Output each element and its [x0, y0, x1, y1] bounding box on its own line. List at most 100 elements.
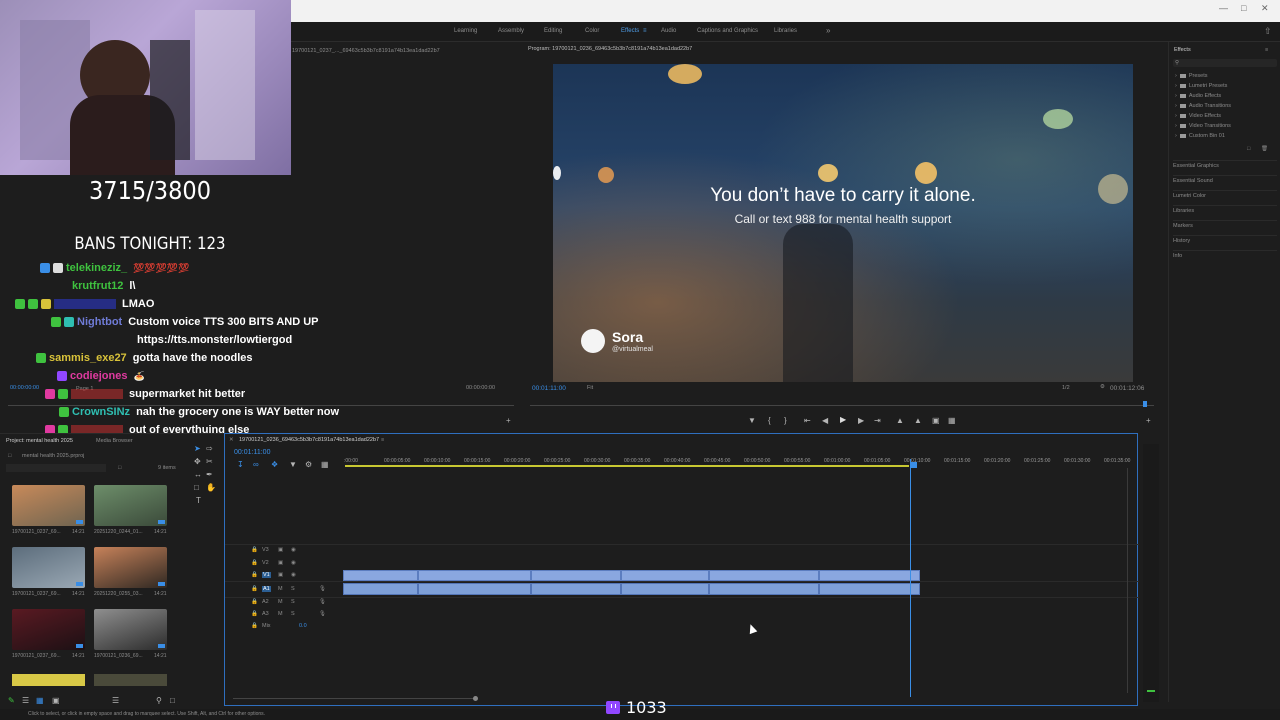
type-tool-icon[interactable]: T	[196, 496, 201, 505]
track-label[interactable]: V2	[262, 560, 269, 566]
video-clip[interactable]	[709, 570, 819, 581]
video-clip[interactable]	[531, 570, 621, 581]
microphone-icon[interactable]: 🎙	[319, 611, 326, 617]
step-forward-icon[interactable]: ▶	[858, 416, 864, 425]
lock-icon[interactable]: 🔒	[251, 547, 258, 553]
video-clip[interactable]	[343, 570, 418, 581]
mute-icon[interactable]: M	[278, 586, 283, 592]
pencil-icon[interactable]: ✎	[8, 696, 15, 705]
panel-tab[interactable]: Lumetri Color	[1173, 190, 1277, 199]
chevron-right-icon[interactable]: ›	[1175, 133, 1177, 139]
eye-icon[interactable]: ◉	[291, 572, 296, 578]
mark-out-icon[interactable]: }	[784, 416, 787, 425]
workspace-editing[interactable]: Editing	[544, 28, 562, 34]
effects-search-input[interactable]: ⚲	[1173, 59, 1277, 67]
icon-view-icon[interactable]: ▦	[36, 696, 44, 705]
track-header[interactable]: 🔒 A3 M S 🎙	[225, 609, 340, 620]
workspace-audio[interactable]: Audio	[661, 28, 676, 34]
effects-folder[interactable]: › Custom Bin 01	[1175, 133, 1225, 139]
track-header[interactable]: 🔒 A1 M S 🎙	[225, 584, 340, 595]
solo-icon[interactable]: S	[291, 599, 295, 605]
captions-icon[interactable]: ▦	[321, 460, 329, 469]
sequence-tab[interactable]: 19700121_0236_69463c5b3b7c8191a74b13ea1d…	[239, 437, 379, 443]
resolution-dropdown[interactable]: 1/2	[1062, 385, 1070, 391]
freeform-view-icon[interactable]: ▣	[52, 696, 60, 705]
lock-icon[interactable]: 🔒	[251, 623, 258, 629]
wrench-icon[interactable]: ⚙	[1100, 384, 1105, 390]
audio-clip[interactable]	[531, 583, 621, 595]
go-to-in-icon[interactable]: ⇤	[804, 416, 811, 425]
mix-value[interactable]: 0.0	[299, 623, 307, 629]
lock-icon[interactable]: 🔒	[251, 586, 258, 592]
video-clip[interactable]	[418, 570, 531, 581]
audio-clip[interactable]	[819, 583, 920, 595]
audio-clip[interactable]	[343, 583, 418, 595]
chevron-right-icon[interactable]: ›	[1175, 93, 1177, 99]
eye-icon[interactable]: ◉	[291, 560, 296, 566]
chevron-right-icon[interactable]: ›	[1175, 103, 1177, 109]
mark-in-icon[interactable]: {	[768, 416, 771, 425]
sync-lock-icon[interactable]: ▣	[278, 572, 283, 578]
media-thumbnail[interactable]	[94, 485, 167, 526]
track-label[interactable]: V1	[262, 572, 271, 578]
media-thumbnail[interactable]	[12, 609, 85, 650]
panel-tab[interactable]: Info	[1173, 250, 1277, 259]
panel-tab[interactable]: Libraries	[1173, 205, 1277, 214]
sort-icon[interactable]: ☰	[112, 696, 119, 705]
new-item-icon[interactable]: □	[170, 696, 175, 705]
add-button-icon-program[interactable]: +	[1146, 416, 1151, 425]
work-area-bar[interactable]	[345, 465, 909, 467]
media-thumbnail[interactable]	[94, 609, 167, 650]
track-label[interactable]: A2	[262, 599, 269, 605]
microphone-icon[interactable]: 🎙	[319, 586, 326, 592]
media-thumbnail[interactable]	[12, 547, 85, 588]
list-view-icon[interactable]: ☰	[22, 696, 29, 705]
share-icon[interactable]: ⇧	[1264, 26, 1272, 37]
panel-tab[interactable]: History	[1173, 235, 1277, 244]
add-marker-icon[interactable]: ▼	[748, 416, 756, 425]
chevron-right-icon[interactable]: ›	[1175, 73, 1177, 79]
effects-folder[interactable]: › Audio Effects	[1175, 93, 1221, 99]
tab-media-browser[interactable]: Media Browser	[96, 438, 133, 444]
slip-tool-icon[interactable]: ↔	[194, 470, 202, 479]
track-label[interactable]: A1	[262, 586, 271, 592]
video-clip[interactable]	[819, 570, 920, 581]
project-search-input[interactable]	[6, 464, 106, 472]
lift-icon[interactable]: ▲	[896, 416, 904, 425]
rectangle-tool-icon[interactable]: □	[194, 483, 199, 492]
track-header[interactable]: 🔒 V1 ▣ ◉	[225, 570, 340, 581]
effects-folder[interactable]: › Video Transitions	[1175, 123, 1231, 129]
wrench-icon-timeline[interactable]: ⚙	[305, 460, 312, 469]
panel-tab[interactable]: Markers	[1173, 220, 1277, 229]
timeline-playhead-handle[interactable]	[911, 462, 917, 468]
workspace-libraries[interactable]: Libraries	[774, 28, 797, 34]
vertical-scrollbar[interactable]	[1127, 468, 1128, 693]
program-playhead[interactable]	[1143, 401, 1147, 407]
track-label[interactable]: V3	[262, 547, 269, 553]
workspace-assembly[interactable]: Assembly	[498, 28, 524, 34]
linked-selection-icon[interactable]: ∞	[253, 460, 259, 469]
workspace-color[interactable]: Color	[585, 28, 599, 34]
new-bin-icon[interactable]: □	[118, 465, 121, 471]
button-editor-icon[interactable]: ▦	[948, 416, 956, 425]
panel-tab[interactable]: Essential Sound	[1173, 175, 1277, 184]
pen-tool-icon[interactable]: ✒	[206, 470, 213, 479]
track-label[interactable]: Mix	[262, 623, 271, 629]
timeline-playhead[interactable]	[910, 459, 911, 697]
effects-folder[interactable]: › Presets	[1175, 73, 1208, 79]
insert-nest-icon[interactable]: ❖	[271, 460, 278, 469]
close-sequence-icon[interactable]: ✕	[229, 437, 234, 443]
timeline-zoom-scrollbar[interactable]	[233, 698, 477, 699]
extract-icon[interactable]: ▲	[914, 416, 922, 425]
effects-folder[interactable]: › Lumetri Presets	[1175, 83, 1227, 89]
effects-folder[interactable]: › Audio Transitions	[1175, 103, 1231, 109]
close-icon[interactable]: ✕	[1261, 3, 1269, 14]
sync-lock-icon[interactable]: ▣	[278, 547, 283, 553]
workspace-learning[interactable]: Learning	[454, 28, 477, 34]
microphone-icon[interactable]: 🎙	[319, 599, 326, 605]
fit-dropdown[interactable]: Fit	[587, 385, 593, 391]
mute-icon[interactable]: M	[278, 611, 283, 617]
media-thumbnail[interactable]	[94, 547, 167, 588]
sequence-menu-icon[interactable]: ≡	[381, 437, 384, 443]
mute-icon[interactable]: M	[278, 599, 283, 605]
